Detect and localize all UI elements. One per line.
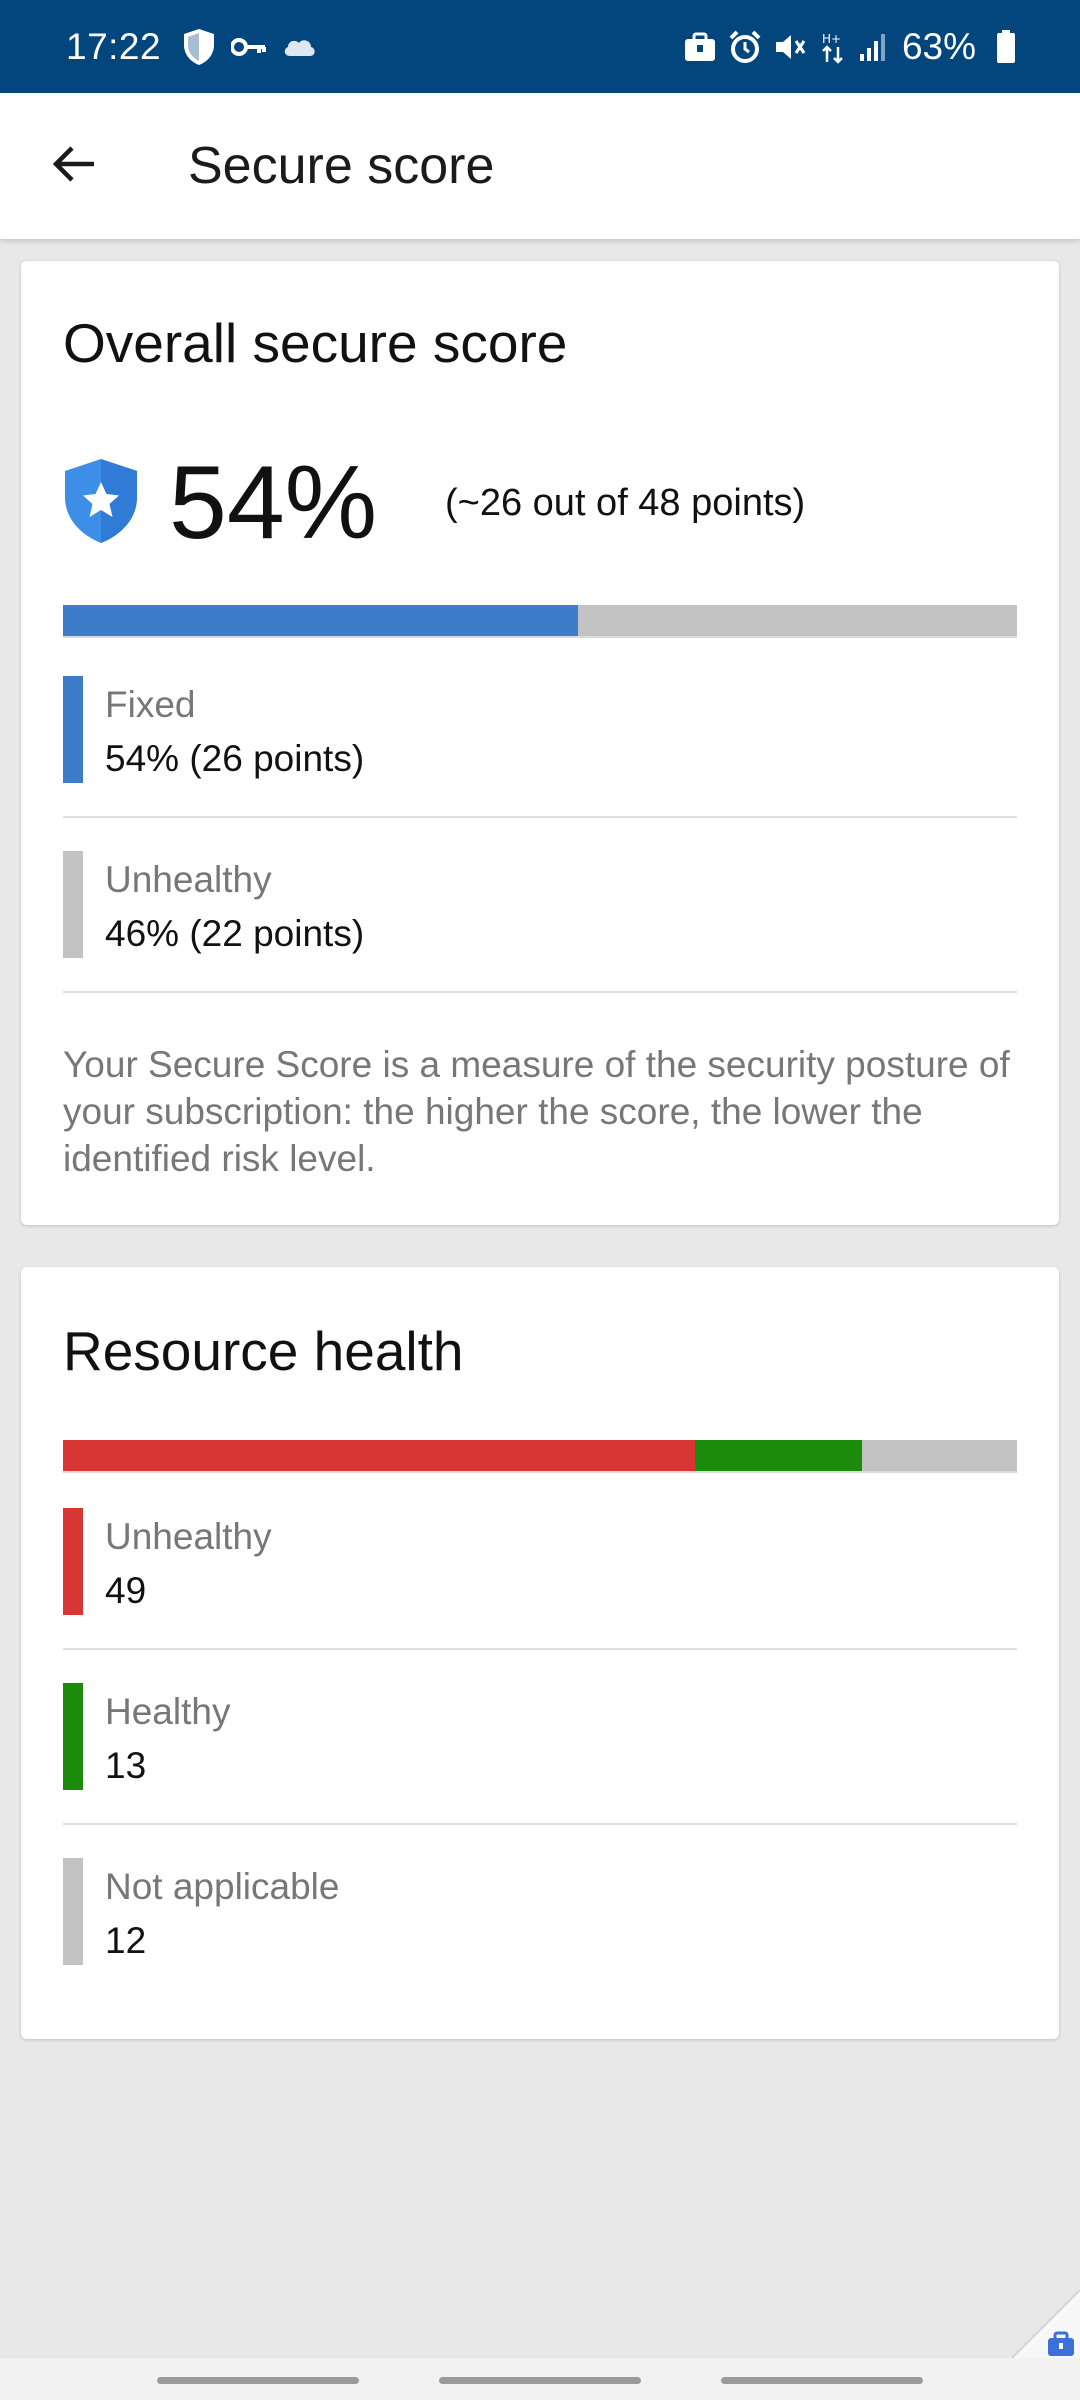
legend-item-not-applicable-resources: Not applicable 12	[63, 1858, 1017, 2033]
legend-swatch-healthy	[63, 1683, 83, 1790]
page-title: Secure score	[188, 137, 495, 195]
score-row: 54%	[63, 451, 377, 555]
svg-text:H+: H+	[822, 32, 841, 46]
nav-recents-handle[interactable]	[157, 2377, 359, 2384]
card-title-resource-health: Resource health	[63, 1320, 464, 1382]
shield-star-icon	[63, 457, 139, 550]
battery-percent: 63%	[901, 25, 976, 67]
divider	[63, 991, 1017, 993]
legend-value-not-applicable: 12	[105, 1920, 147, 1961]
legend-item-unhealthy-resources: Unhealthy 49	[63, 1508, 1017, 1683]
legend-value-unhealthy: 46% (22 points)	[105, 913, 365, 954]
health-bar-unhealthy	[63, 1440, 695, 1471]
legend-swatch-not-applicable	[63, 1858, 83, 1965]
legend-label-unhealthy: Unhealthy	[105, 859, 272, 900]
legend-label-healthy: Healthy	[105, 1691, 231, 1732]
key-icon	[231, 36, 267, 58]
legend-label-unhealthy: Unhealthy	[105, 1516, 272, 1557]
divider	[63, 1648, 1017, 1650]
status-left: 17:22	[66, 26, 331, 68]
legend-swatch-unhealthy	[63, 851, 83, 958]
score-points-detail: (~26 out of 48 points)	[445, 482, 806, 524]
legend-item-healthy-resources: Healthy 13	[63, 1683, 1017, 1858]
secure-score-bar-fixed	[63, 605, 579, 636]
cloud-icon	[281, 36, 317, 58]
legend-label-fixed: Fixed	[105, 684, 196, 725]
divider	[63, 1823, 1017, 1825]
secure-score-description: Your Secure Score is a measure of the se…	[63, 1044, 1010, 1179]
back-button[interactable]	[24, 116, 124, 216]
system-nav-bar	[0, 2358, 1080, 2400]
status-right: H+ 63%	[672, 26, 1016, 68]
card-title-secure-score: Overall secure score	[63, 312, 568, 374]
health-bar-not-applicable	[862, 1440, 1017, 1471]
secure-score-bar	[63, 605, 1017, 638]
secure-score-bar-unhealthy	[578, 605, 1017, 636]
divider	[63, 816, 1017, 818]
mute-icon	[774, 31, 808, 63]
arrow-left-icon	[52, 145, 96, 188]
resource-health-bar	[63, 1440, 1017, 1473]
legend-item-unhealthy: Unhealthy 46% (22 points)	[63, 851, 1017, 1026]
legend-value-healthy: 13	[105, 1745, 147, 1786]
secure-score-card: Overall secure score 54% (~26 out of 48 …	[21, 261, 1059, 1225]
legend-value-fixed: 54% (26 points)	[105, 738, 365, 779]
data-icon: H+	[820, 30, 846, 64]
nav-home-handle[interactable]	[439, 2377, 641, 2384]
health-bar-healthy	[694, 1440, 863, 1471]
app-bar: Secure score	[0, 93, 1080, 239]
work-profile-badge	[1009, 2289, 1080, 2361]
resource-health-card: Resource health Unhealthy 49 Healthy 13 …	[21, 1267, 1059, 2039]
status-time: 17:22	[66, 25, 162, 67]
shield-icon	[181, 27, 217, 67]
alarm-icon	[728, 30, 762, 64]
signal-icon	[858, 32, 888, 62]
nav-back-handle[interactable]	[721, 2377, 923, 2384]
legend-value-unhealthy: 49	[105, 1570, 147, 1611]
legend-label-not-applicable: Not applicable	[105, 1866, 340, 1907]
status-bar: 17:22 H+ 63%	[0, 0, 1080, 93]
legend-swatch-unhealthy	[63, 1508, 83, 1615]
briefcase-icon	[684, 32, 716, 62]
legend-swatch-fixed	[63, 676, 83, 783]
legend-item-fixed: Fixed 54% (26 points)	[63, 676, 1017, 851]
score-percent: 54%	[169, 445, 378, 561]
battery-icon	[996, 29, 1016, 64]
